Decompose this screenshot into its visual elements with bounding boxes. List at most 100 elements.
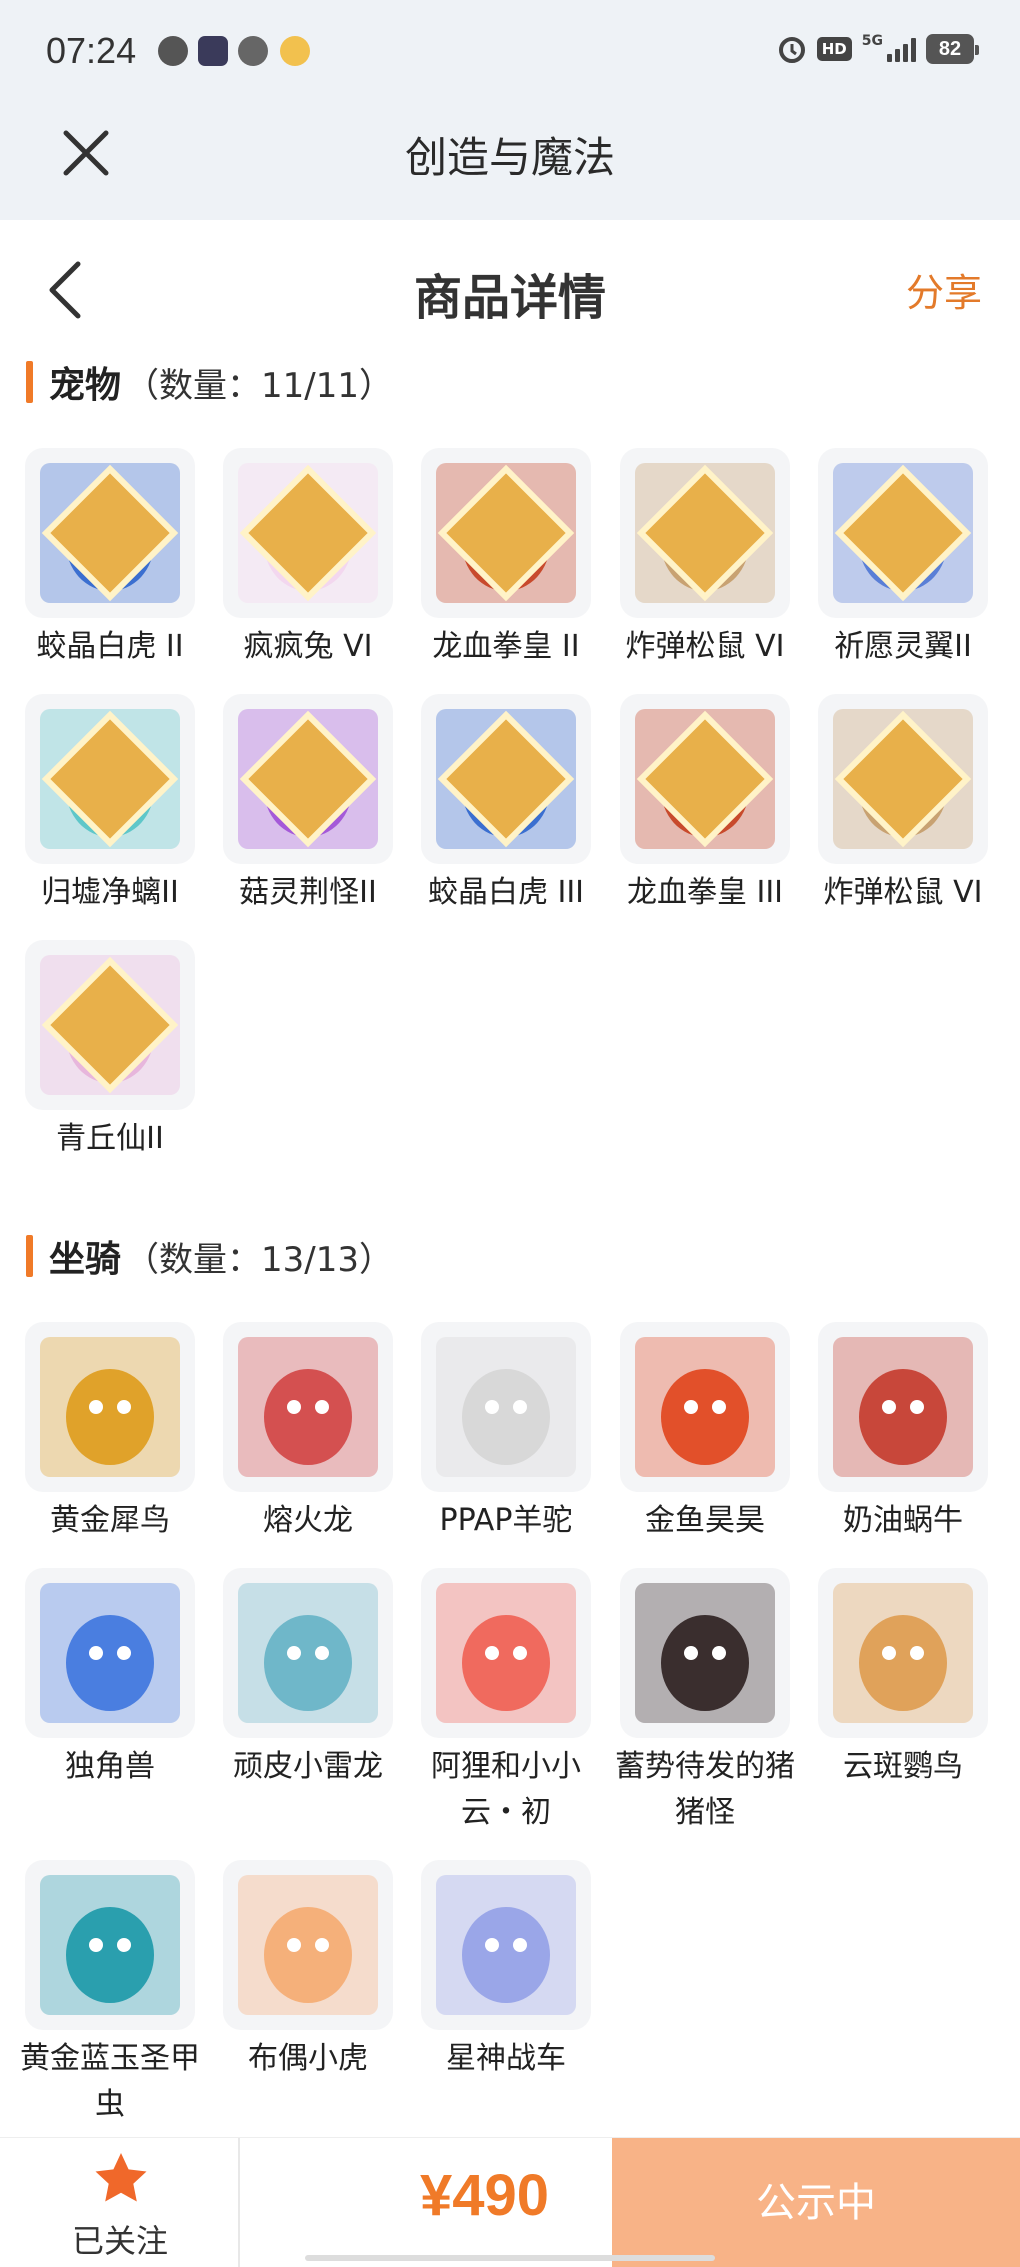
star-icon: [95, 2153, 147, 2202]
mount-item[interactable]: 顽皮小雷龙: [218, 1568, 398, 1790]
item-thumbnail: [25, 1568, 195, 1738]
pets-section-count: （数量：11/11）: [125, 365, 393, 406]
rank-badge-icon: [636, 464, 774, 602]
item-label: 星神战车: [446, 2041, 566, 2076]
mounts-section-count: （数量：13/13）: [125, 1239, 393, 1280]
rank-badge-icon: [834, 464, 972, 602]
mount-item[interactable]: 熔火龙: [218, 1322, 398, 1544]
item-label: 金鱼昊昊: [645, 1503, 765, 1538]
item-thumbnail: [421, 1860, 591, 2030]
mount-item[interactable]: 阿狸和小小云・初: [416, 1568, 596, 1836]
item-artwork: [238, 1875, 378, 2015]
item-thumbnail: [223, 448, 393, 618]
video-app-icon: [198, 36, 228, 66]
share-button[interactable]: 分享: [906, 262, 982, 317]
mounts-section-title: 坐骑: [49, 1239, 122, 1280]
item-label: 炸弹松鼠 VI: [823, 875, 983, 910]
mount-item[interactable]: PPAP羊驼: [416, 1322, 596, 1544]
mount-item[interactable]: 黄金犀鸟: [20, 1322, 200, 1544]
pet-item[interactable]: 蛟晶白虎 II: [20, 448, 200, 670]
rank-badge-icon: [834, 710, 972, 848]
pet-item[interactable]: 龙血拳皇 II: [416, 448, 596, 670]
item-label: 炸弹松鼠 VI: [625, 629, 785, 664]
app-title: 创造与魔法: [404, 133, 615, 182]
item-label: 归墟净螭II: [41, 875, 179, 910]
rank-badge-icon: [636, 710, 774, 848]
mount-item[interactable]: 云斑鹦鸟: [813, 1568, 993, 1790]
item-thumbnail: [620, 448, 790, 618]
item-thumbnail: [620, 1322, 790, 1492]
nav-bar: 商品详情 分享: [0, 220, 1020, 350]
pet-item[interactable]: 青丘仙II: [20, 940, 200, 1162]
item-thumbnail: [421, 694, 591, 864]
item-label: 奶油蜗牛: [843, 1503, 963, 1538]
bottom-bar: 已关注 ¥490 公示中: [0, 2137, 1020, 2267]
status-button[interactable]: 公示中: [612, 2138, 1020, 2267]
section-accent-bar: [26, 1235, 33, 1277]
item-label: 菇灵荆怪II: [239, 875, 377, 910]
item-label: PPAP羊驼: [439, 1503, 573, 1538]
mount-item[interactable]: 布偶小虎: [218, 1860, 398, 2082]
home-indicator: [305, 2255, 715, 2261]
item-artwork: [436, 1337, 576, 1477]
alarm-icon: [778, 37, 805, 63]
follow-button[interactable]: 已关注: [0, 2138, 240, 2267]
item-label: 云斑鹦鸟: [843, 1749, 963, 1784]
pet-item[interactable]: 疯疯兔 VI: [218, 448, 398, 670]
item-artwork: [40, 1875, 180, 2015]
item-label: 蛟晶白虎 II: [36, 629, 184, 664]
item-label: 蓄势待发的猪猪怪: [615, 1749, 795, 1830]
item-artwork: [833, 1583, 973, 1723]
pet-item[interactable]: 蛟晶白虎 III: [416, 694, 596, 916]
mount-item[interactable]: 奶油蜗牛: [813, 1322, 993, 1544]
mount-item[interactable]: 金鱼昊昊: [615, 1322, 795, 1544]
item-thumbnail: [818, 694, 988, 864]
mount-item[interactable]: 蓄势待发的猪猪怪: [615, 1568, 795, 1836]
item-thumbnail: [421, 1322, 591, 1492]
pet-item[interactable]: 菇灵荆怪II: [218, 694, 398, 916]
item-label: 疯疯兔 VI: [243, 629, 373, 664]
item-artwork: [40, 1337, 180, 1477]
item-label: 黄金犀鸟: [50, 1503, 170, 1538]
pet-item[interactable]: 炸弹松鼠 VI: [615, 448, 795, 670]
status-bar: 07:24 HD 5G 82: [0, 0, 1020, 100]
mount-item[interactable]: 独角兽: [20, 1568, 200, 1790]
mounts-section-header: 坐骑 （数量：13/13）: [26, 1226, 393, 1286]
item-thumbnail: [25, 1322, 195, 1492]
item-label: 祈愿灵翼II: [834, 629, 972, 664]
price: ¥490: [420, 2163, 550, 2228]
item-thumbnail: [421, 448, 591, 618]
pet-item[interactable]: 归墟净螭II: [20, 694, 200, 916]
item-thumbnail: [223, 1568, 393, 1738]
item-thumbnail: [818, 1322, 988, 1492]
follow-label: 已关注: [71, 2222, 168, 2260]
pet-item[interactable]: 炸弹松鼠 VI: [813, 694, 993, 916]
pet-item[interactable]: 祈愿灵翼II: [813, 448, 993, 670]
rank-badge-icon: [239, 710, 377, 848]
item-label: 独角兽: [65, 1749, 155, 1784]
item-label: 青丘仙II: [56, 1121, 164, 1156]
rank-badge-icon: [437, 710, 575, 848]
item-thumbnail: [25, 694, 195, 864]
wechat-icon: [158, 36, 188, 66]
item-thumbnail: [25, 1860, 195, 2030]
item-artwork: [436, 1875, 576, 2015]
item-label: 阿狸和小小云・初: [431, 1749, 581, 1830]
item-thumbnail: [818, 1568, 988, 1738]
item-thumbnail: [25, 448, 195, 618]
item-label: 蛟晶白虎 III: [427, 875, 585, 910]
item-artwork: [635, 1583, 775, 1723]
item-thumbnail: [620, 694, 790, 864]
item-thumbnail: [223, 1322, 393, 1492]
item-artwork: [436, 1583, 576, 1723]
item-thumbnail: [223, 1860, 393, 2030]
pets-section-header: 宠物 （数量：11/11）: [26, 352, 393, 412]
item-label: 顽皮小雷龙: [233, 1749, 383, 1784]
rank-badge-icon: [239, 464, 377, 602]
pet-item[interactable]: 龙血拳皇 III: [615, 694, 795, 916]
mount-item[interactable]: 黄金蓝玉圣甲虫: [20, 1860, 200, 2128]
app-icon: [238, 36, 268, 66]
mount-item[interactable]: 星神战车: [416, 1860, 596, 2082]
item-thumbnail: [620, 1568, 790, 1738]
item-thumbnail: [421, 1568, 591, 1738]
